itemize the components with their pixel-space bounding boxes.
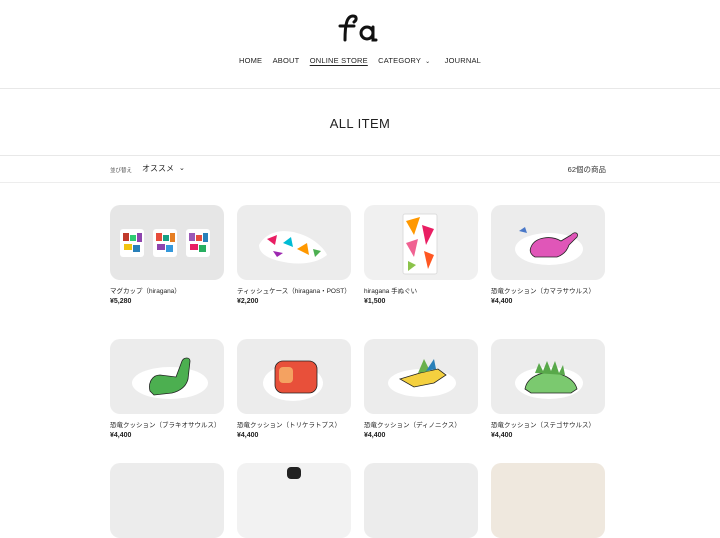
product-price: ¥5,280 [110, 298, 132, 305]
sort-label: 並び替え [110, 168, 133, 174]
product-name[interactable]: 恐竜クッション（ブラキオサウルス） [110, 421, 224, 430]
product-image[interactable] [110, 463, 224, 538]
product-card[interactable]: 恐竜クッション（ステゴサウルス） ¥4,400 [491, 339, 605, 439]
product-image[interactable] [364, 463, 478, 538]
nav-category[interactable]: CATEGORY ⌄ [378, 56, 434, 65]
product-price: ¥4,400 [237, 432, 259, 439]
product-price: ¥4,400 [491, 298, 513, 305]
product-card[interactable]: 恐竜クッション（ディノニクス） ¥4,400 [364, 339, 478, 439]
product-image-camarasaurus[interactable] [491, 205, 605, 280]
product-image-tenugui[interactable] [364, 205, 478, 280]
product-card[interactable]: 恐竜クッション（ブラキオサウルス） ¥4,400 [110, 339, 224, 439]
product-image-brachiosaurus[interactable] [110, 339, 224, 414]
nav-about[interactable]: ABOUT [273, 56, 300, 65]
main-nav: HOME ABOUT ONLINE STORE CATEGORY ⌄ JOURNA… [0, 56, 720, 65]
collection-header: ALL ITEM [0, 89, 720, 156]
product-name[interactable]: ティッシュケース（hiragana・POST） [237, 287, 351, 296]
brand-logo[interactable] [335, 10, 385, 46]
product-card[interactable] [364, 463, 478, 538]
product-card[interactable] [491, 463, 605, 538]
product-name[interactable]: 恐竜クッション（ステゴサウルス） [491, 421, 605, 430]
nav-category-label: CATEGORY [378, 56, 422, 65]
sort-select[interactable]: オススメ [142, 163, 174, 174]
product-image-tissue-case[interactable] [237, 205, 351, 280]
product-card[interactable] [110, 463, 224, 538]
chevron-down-icon: ⌄ [425, 59, 431, 65]
product-card[interactable]: 恐竜クッション（カマラサウルス） ¥4,400 [491, 205, 605, 305]
product-price: ¥4,400 [110, 432, 132, 439]
product-card[interactable]: 恐竜クッション（トリケラトプス） ¥4,400 [237, 339, 351, 439]
product-price: ¥1,500 [364, 298, 386, 305]
product-price: ¥4,400 [491, 432, 513, 439]
nav-journal[interactable]: JOURNAL [445, 56, 481, 65]
product-name[interactable]: 恐竜クッション（トリケラトプス） [237, 421, 351, 430]
page-title: ALL ITEM [329, 116, 391, 131]
product-card[interactable] [237, 463, 351, 538]
filter-bar: 並び替え オススメ ⌄ 62個の商品 [0, 156, 720, 183]
product-image[interactable] [237, 463, 351, 538]
product-card[interactable]: ティッシュケース（hiragana・POST） ¥2,200 [237, 205, 351, 305]
product-count: 62個の商品 [567, 165, 606, 174]
nav-home[interactable]: HOME [239, 56, 262, 65]
product-image-triceratops[interactable] [237, 339, 351, 414]
chevron-down-icon[interactable]: ⌄ [179, 164, 185, 172]
product-name[interactable]: hiragana 手ぬぐい [364, 287, 478, 296]
product-card[interactable]: マグカップ（hiragana） ¥5,280 [110, 205, 224, 305]
product-name[interactable]: マグカップ（hiragana） [110, 287, 224, 296]
site-header: HOME ABOUT ONLINE STORE CATEGORY ⌄ JOURNA… [0, 0, 720, 89]
product-image-stegosaurus[interactable] [491, 339, 605, 414]
product-image-mug[interactable] [110, 205, 224, 280]
nav-online-store[interactable]: ONLINE STORE [310, 56, 368, 65]
product-name[interactable]: 恐竜クッション（ディノニクス） [364, 421, 478, 430]
product-price: ¥2,200 [237, 298, 259, 305]
product-image[interactable] [491, 463, 605, 538]
product-image-deinonychus[interactable] [364, 339, 478, 414]
product-name[interactable]: 恐竜クッション（カマラサウルス） [491, 287, 605, 296]
product-price: ¥4,400 [364, 432, 386, 439]
product-card[interactable]: hiragana 手ぬぐい ¥1,500 [364, 205, 478, 305]
